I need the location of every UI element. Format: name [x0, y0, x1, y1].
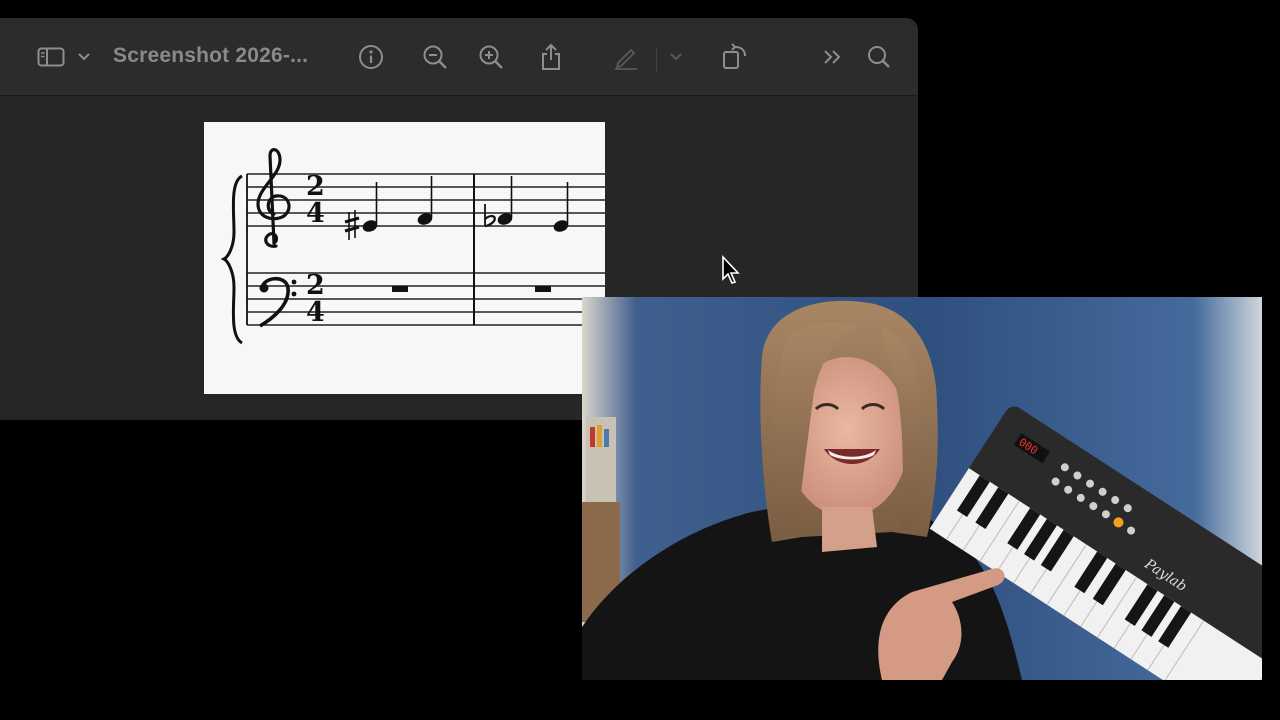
sheet-music-score: 2 4 2 4 [220, 148, 605, 345]
flat-accidental [484, 204, 496, 228]
more-chevrons-icon[interactable] [820, 40, 846, 74]
info-icon[interactable] [357, 40, 385, 74]
markup-pen-icon[interactable] [612, 40, 640, 74]
zoom-in-icon[interactable] [477, 40, 505, 74]
search-icon[interactable] [865, 40, 893, 74]
rotate-icon[interactable] [720, 40, 750, 74]
markup-chevron-down-icon[interactable] [668, 40, 684, 74]
treble-time-sig-bottom: 4 [306, 198, 325, 229]
webcam-scene: 000 Paylab [582, 297, 1262, 680]
zoom-out-icon[interactable] [421, 40, 449, 74]
bass-staff [247, 272, 605, 326]
screen: Screenshot 2026-... 2 4 2 4 000 Paylab [0, 0, 1280, 720]
toolbar: Screenshot 2026-... [0, 18, 918, 96]
toolbar-separator [656, 47, 657, 73]
sharp-accidental [344, 210, 360, 240]
sidebar-icon[interactable] [36, 40, 66, 74]
bass-half-rest-1 [392, 286, 408, 292]
treble-clef [256, 148, 291, 248]
grand-staff-brace [220, 174, 243, 345]
document-title: Screenshot 2026-... [113, 44, 309, 67]
sheet-music-page: 2 4 2 4 [204, 122, 605, 394]
bass-half-rest-2 [535, 286, 551, 292]
mouse-cursor-icon [721, 254, 741, 290]
share-icon[interactable] [537, 40, 565, 74]
bass-time-sig-bottom: 4 [306, 297, 325, 328]
webcam-overlay: 000 Paylab [582, 297, 1262, 680]
chevron-down-icon[interactable] [76, 40, 92, 74]
